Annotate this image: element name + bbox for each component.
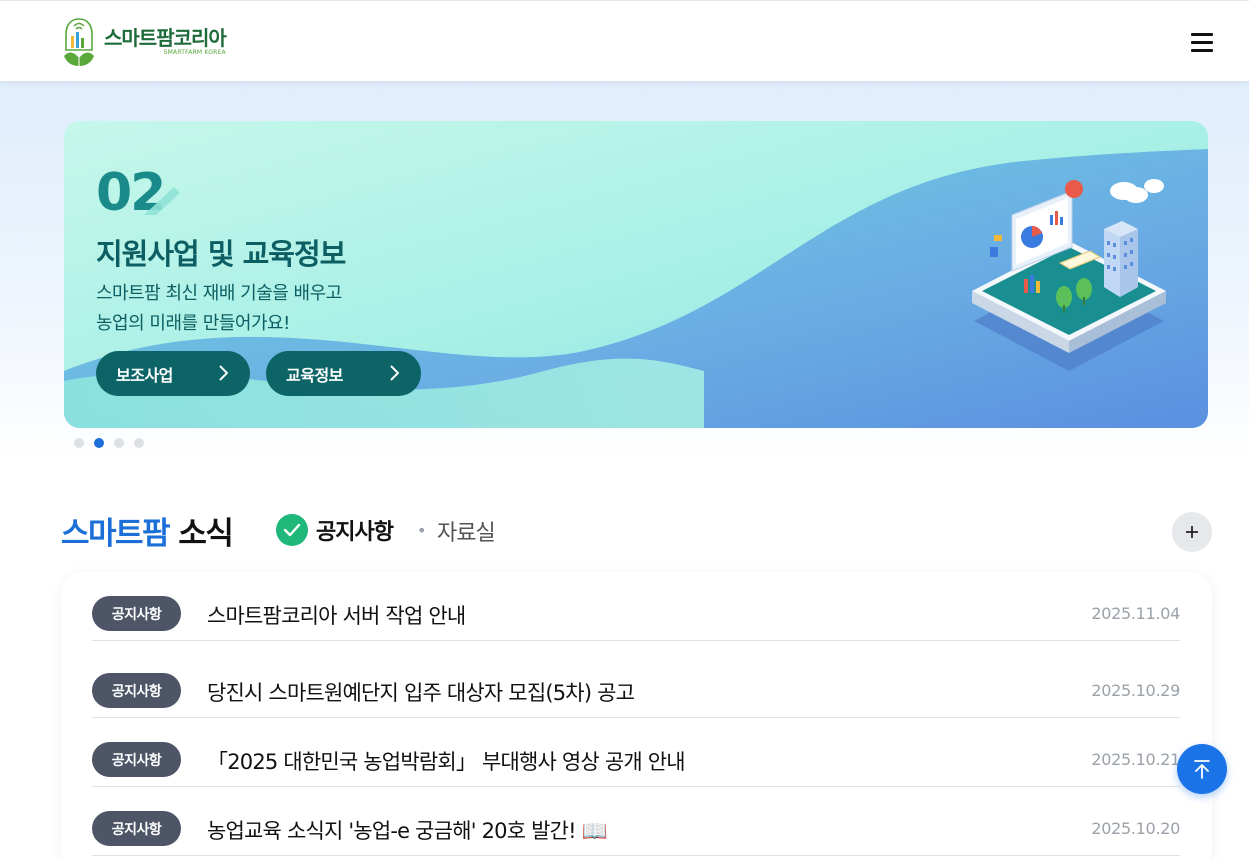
- banner-description: 스마트팜 최신 재배 기술을 배우고 농업의 미래를 만들어가요!: [96, 279, 342, 339]
- slider-dot-1[interactable]: [74, 438, 84, 448]
- hamburger-icon: [1191, 33, 1213, 36]
- category-badge: 공지사항: [92, 742, 181, 777]
- category-badge: 공지사항: [92, 596, 181, 631]
- notice-date: 2025.10.20: [1091, 819, 1180, 838]
- notice-date: 2025.10.29: [1091, 681, 1180, 700]
- notice-date: 2025.10.21: [1091, 750, 1180, 769]
- tab-archive[interactable]: 자료실: [437, 515, 496, 547]
- education-info-button[interactable]: 교육정보: [266, 351, 421, 396]
- notice-title[interactable]: 농업교육 소식지 '농업-e 궁금해' 20호 발간! 📖: [207, 815, 608, 845]
- notice-list: 공지사항 스마트팜코리아 서버 작업 안내 2025.11.04 공지사항 당진…: [61, 572, 1212, 859]
- section-title-accent: 스마트팜: [61, 516, 171, 552]
- section-title: 스마트팜 소식: [61, 508, 234, 553]
- tab-separator: •: [417, 521, 427, 540]
- category-badge: 공지사항: [92, 673, 181, 708]
- list-item[interactable]: 공지사항 스마트팜코리아 서버 작업 안내 2025.11.04: [92, 572, 1180, 641]
- smart-farm-illustration-icon: [972, 179, 1166, 371]
- slider-pagination: [74, 438, 144, 448]
- category-badge: 공지사항: [92, 811, 181, 846]
- banner-desc-line: 스마트팜 최신 재배 기술을 배우고: [96, 283, 342, 304]
- slider-dot-4[interactable]: [134, 438, 144, 448]
- logo[interactable]: 스마트팜코리아 SMARTFARM KOREA: [62, 15, 227, 69]
- slider-dot-2[interactable]: [94, 438, 104, 448]
- list-item[interactable]: 공지사항 농업교육 소식지 '농업-e 궁금해' 20호 발간! 📖 2025.…: [92, 787, 1180, 856]
- plus-icon: [1186, 526, 1198, 538]
- notice-title[interactable]: 「2025 대한민국 농업박람회」 부대행사 영상 공개 안내: [207, 746, 686, 776]
- logo-title: 스마트팜코리아: [104, 26, 227, 50]
- logo-subtitle: SMARTFARM KOREA: [163, 49, 226, 56]
- check-icon: [276, 514, 308, 546]
- support-program-label: 보조사업: [116, 365, 173, 385]
- list-item[interactable]: 공지사항 당진시 스마트원예단지 입주 대상자 모집(5차) 공고 2025.1…: [92, 649, 1180, 718]
- hamburger-icon-line: [1191, 49, 1213, 52]
- slide-number-accent-icon: [144, 187, 180, 215]
- list-item[interactable]: 공지사항 「2025 대한민국 농업박람회」 부대행사 영상 공개 안내 202…: [92, 718, 1180, 787]
- menu-button[interactable]: [1189, 31, 1215, 53]
- section-title-rest: 소식: [169, 516, 234, 552]
- site-header: 스마트팜코리아 SMARTFARM KOREA: [0, 0, 1249, 81]
- banner-title: 지원사업 및 교육정보: [96, 237, 346, 271]
- more-button[interactable]: [1172, 512, 1212, 552]
- logo-mark-icon: [64, 18, 94, 66]
- tab-notice-label: 공지사항: [316, 520, 394, 545]
- chevron-right-icon: [219, 365, 228, 381]
- scroll-to-top-button[interactable]: [1177, 744, 1227, 794]
- chevron-right-icon: [390, 365, 399, 381]
- education-info-label: 교육정보: [286, 365, 343, 385]
- hero-banner: 02 지원사업 및 교육정보 스마트팜 최신 재배 기술을 배우고 농업의 미래…: [64, 121, 1208, 428]
- support-program-button[interactable]: 보조사업: [96, 351, 250, 396]
- arrow-up-icon: [1194, 760, 1210, 779]
- hamburger-icon-line: [1191, 41, 1213, 44]
- notice-date: 2025.11.04: [1091, 604, 1180, 623]
- slider-dot-3[interactable]: [114, 438, 124, 448]
- tab-notice[interactable]: 공지사항: [276, 514, 394, 546]
- notice-title[interactable]: 당진시 스마트원예단지 입주 대상자 모집(5차) 공고: [207, 677, 635, 707]
- banner-desc-line: 농업의 미래를 만들어가요!: [96, 313, 290, 334]
- notice-title[interactable]: 스마트팜코리아 서버 작업 안내: [207, 600, 466, 630]
